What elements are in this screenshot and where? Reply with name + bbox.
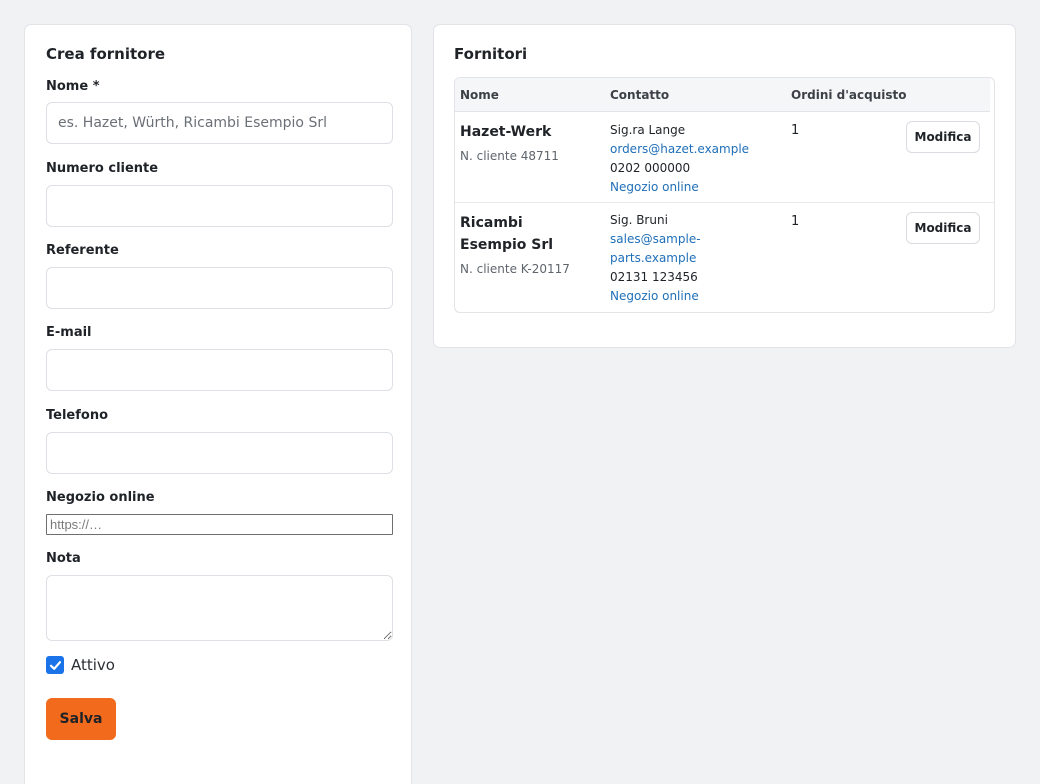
email-input[interactable] [46, 349, 393, 391]
name-label: Nome * [46, 79, 100, 94]
table-row: Ricambi Esempio Srl N. cliente K-20117 S… [455, 204, 994, 312]
phone-number: 02131 123456 [610, 270, 698, 284]
phone-input[interactable] [46, 432, 393, 474]
create-supplier-card: Crea fornitore Nome * Numero cliente Ref… [24, 24, 412, 784]
phone-label: Telefono [46, 408, 109, 423]
checkmark-icon [49, 660, 61, 670]
email-label: E-mail [46, 325, 92, 340]
supplier-customer-number: N. cliente K-20117 [460, 262, 570, 276]
table-header: Nome Contatto Ordini d'acquisto [455, 78, 990, 112]
phone-number: 0202 000000 [610, 161, 691, 175]
shop-link[interactable]: Negozio online [610, 287, 710, 306]
edit-button[interactable]: Modifica [906, 121, 980, 153]
edit-button[interactable]: Modifica [906, 212, 980, 244]
orders-count: 1 [791, 123, 800, 138]
supplier-customer-number: N. cliente 48711 [460, 149, 559, 163]
note-textarea[interactable] [46, 575, 393, 641]
supplier-name: Hazet-Werk [460, 124, 552, 140]
orders-count: 1 [791, 214, 800, 229]
column-header-contact: Contatto [610, 88, 670, 102]
email-link[interactable]: sales@sample-parts.example [610, 230, 706, 268]
shop-label: Negozio online [46, 490, 155, 505]
active-checkbox-row[interactable]: Attivo [46, 656, 115, 674]
contact-person: Sig. Bruni [610, 213, 668, 227]
email-link[interactable]: orders@hazet.example [610, 140, 770, 159]
list-title: Fornitori [454, 45, 528, 63]
active-label: Attivo [71, 656, 115, 674]
supplier-name: Ricambi Esempio Srl [460, 215, 554, 253]
form-title: Crea fornitore [46, 45, 166, 63]
active-checkbox[interactable] [46, 656, 64, 674]
contact-person: Sig.ra Lange [610, 123, 686, 137]
shop-url-input[interactable] [46, 514, 393, 535]
suppliers-table: Nome Contatto Ordini d'acquisto Hazet-We… [454, 77, 995, 313]
save-button[interactable]: Salva [46, 698, 116, 740]
shop-link[interactable]: Negozio online [610, 178, 710, 197]
name-input[interactable] [46, 102, 393, 144]
note-label: Nota [46, 551, 81, 566]
column-header-orders: Ordini d'acquisto [791, 88, 907, 102]
table-row: Hazet-Werk N. cliente 48711 Sig.ra Lange… [455, 113, 994, 203]
column-header-name: Nome [460, 88, 499, 102]
customer-number-input[interactable] [46, 185, 393, 227]
customer-number-label: Numero cliente [46, 161, 159, 176]
contact-label: Referente [46, 243, 119, 258]
contact-input[interactable] [46, 267, 393, 309]
suppliers-card: Fornitori Nome Contatto Ordini d'acquist… [433, 24, 1016, 348]
